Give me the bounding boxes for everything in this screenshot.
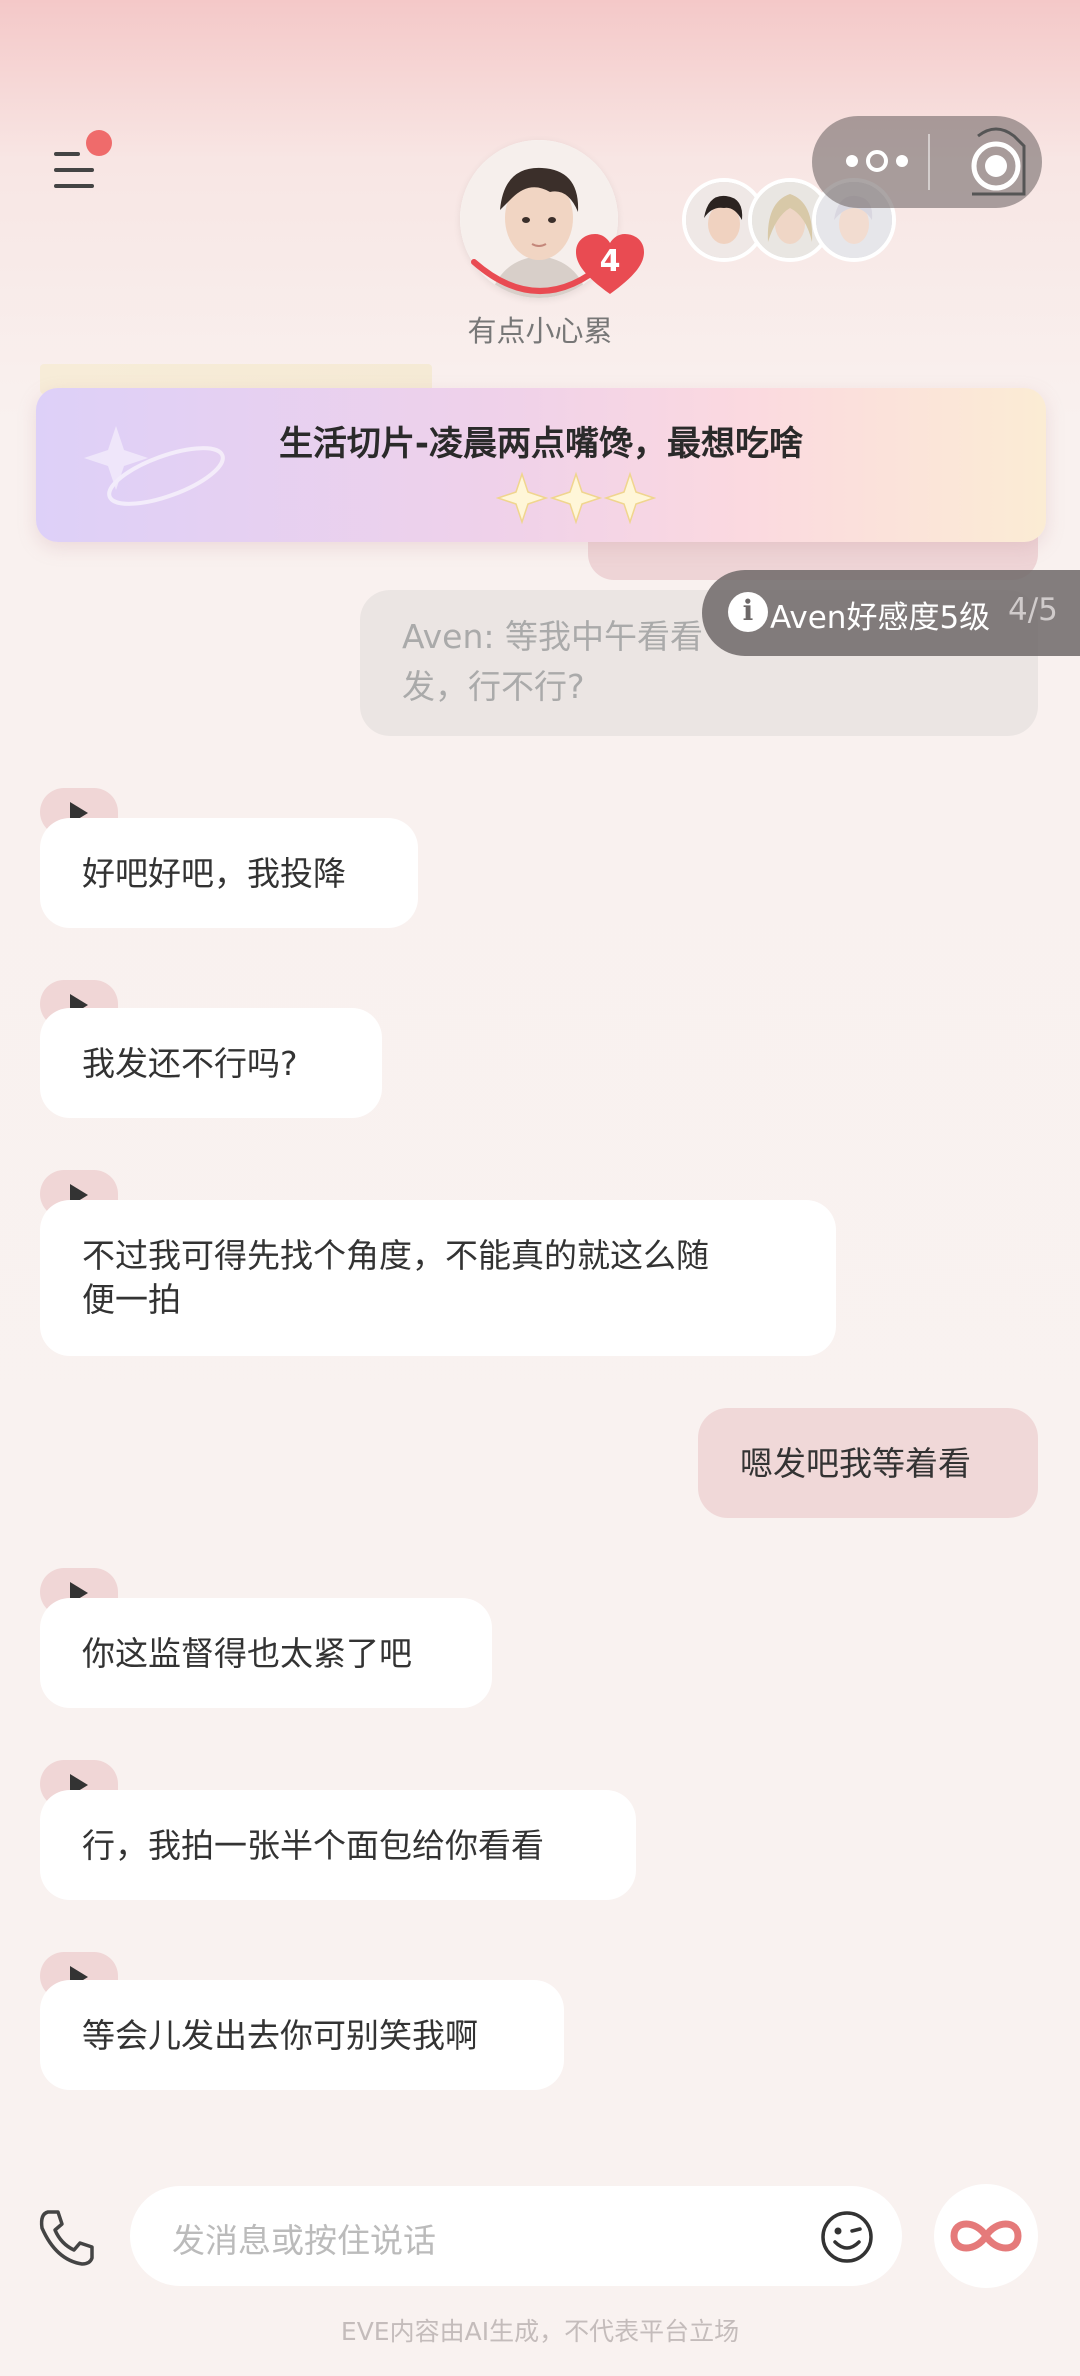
quoted-line: 发，行不行? <box>402 667 585 706</box>
affinity-label: Aven好感度5级 <box>770 600 991 636</box>
topic-banner[interactable]: 生活切片-凌晨两点嘴馋，最想吃啥 <box>36 388 1046 542</box>
message-text: 你这监督得也太紧了吧 <box>82 1634 412 1673</box>
input-placeholder: 发消息或按住说话 <box>172 2221 436 2260</box>
ai-message-bubble[interactable]: 行，我拍一张半个面包给你看看 <box>40 1790 636 1900</box>
message-text: 嗯发吧我等着看 <box>740 1444 971 1483</box>
info-icon: i <box>728 592 768 632</box>
ai-message-bubble[interactable]: 不过我可得先找个角度，不能真的就这么随 便一拍 <box>40 1200 836 1356</box>
ai-message-bubble[interactable]: 等会儿发出去你可别笑我啊 <box>40 1980 564 2090</box>
menu-button[interactable] <box>44 130 112 200</box>
emoji-icon[interactable] <box>820 2210 874 2264</box>
badge-count: 4 <box>599 244 621 279</box>
ai-message-bubble[interactable]: 我发还不行吗? <box>40 1008 382 1118</box>
infinity-icon <box>950 2220 1022 2252</box>
heart-badge: 4 <box>574 232 646 298</box>
message-text: 等会儿发出去你可别笑我啊 <box>82 2016 478 2055</box>
message-input[interactable]: 发消息或按住说话 <box>130 2186 902 2286</box>
capsule-divider <box>928 134 930 190</box>
message-text: 好吧好吧，我投降 <box>82 854 346 893</box>
message-text: 便一拍 <box>82 1280 181 1319</box>
sparkle-icon <box>496 471 656 525</box>
menu-icon-line <box>54 184 94 188</box>
ai-disclaimer: EVE内容由AI生成，不代表平台立场 <box>340 2317 740 2346</box>
phone-icon[interactable] <box>34 2206 98 2270</box>
notification-dot <box>86 130 112 156</box>
infinity-button[interactable] <box>934 2184 1038 2288</box>
ai-message-bubble[interactable]: 好吧好吧，我投降 <box>40 818 418 928</box>
message-text: 行，我拍一张半个面包给你看看 <box>82 1826 544 1865</box>
affinity-count: 4/5 <box>1008 592 1058 628</box>
ai-message-bubble[interactable]: 你这监督得也太紧了吧 <box>40 1598 492 1708</box>
banner-title: 生活切片-凌晨两点嘴馋，最想吃啥 <box>278 424 804 464</box>
miniprogram-capsule <box>812 116 1042 208</box>
message-text: 不过我可得先找个角度，不能真的就这么随 <box>82 1236 709 1275</box>
user-message-bubble[interactable]: 嗯发吧我等着看 <box>698 1408 1038 1518</box>
record-icon[interactable] <box>958 122 1034 202</box>
message-text: 我发还不行吗? <box>82 1044 298 1083</box>
menu-icon <box>54 152 80 156</box>
mood-status: 有点小心累 <box>467 314 613 348</box>
more-dots-icon[interactable] <box>842 146 912 176</box>
affinity-toast[interactable]: i Aven好感度5级 4/5 <box>702 570 1080 656</box>
menu-icon-line <box>54 168 94 172</box>
